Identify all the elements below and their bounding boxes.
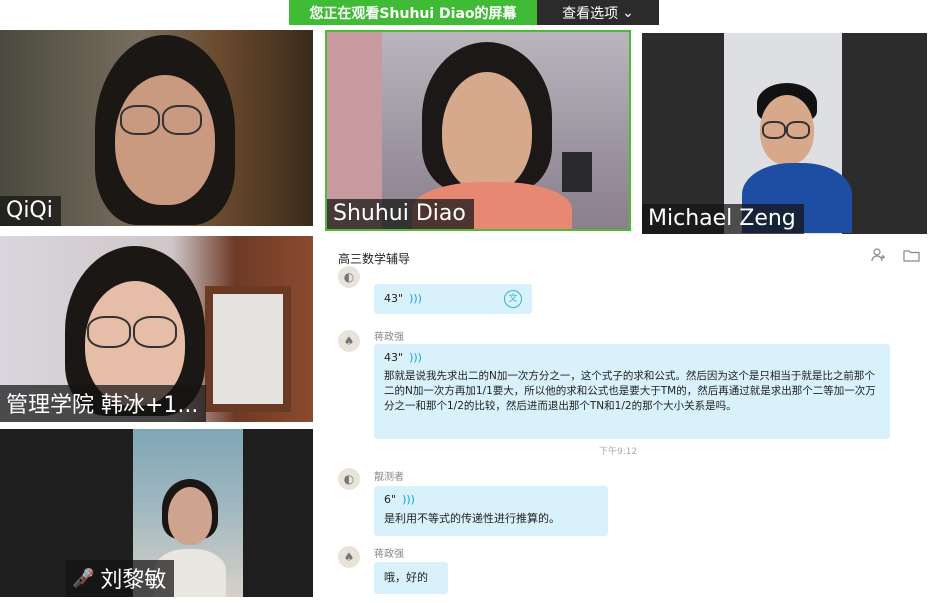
message-bubble[interactable]: 43" ))) 那就是说我先求出二的N加一次方分之一，这个式子的求和公式。然后因… (374, 344, 890, 439)
chat-toolbar (870, 248, 920, 262)
view-options-label: 查看选项 (562, 5, 619, 22)
avatar: ◐ (338, 266, 360, 288)
voice-message[interactable]: 43" ))) (384, 350, 880, 366)
avatar: ◐ (338, 468, 360, 490)
translate-icon[interactable]: 文 (504, 290, 522, 308)
video-tile-hanbing[interactable]: 管理学院 韩冰+1... (0, 236, 313, 422)
participant-name: Michael Zeng (642, 204, 804, 234)
voice-message-bubble[interactable]: 43" ))) 文 (374, 284, 532, 314)
video-tile-michael-zeng[interactable]: Michael Zeng (642, 33, 927, 234)
message-text: 哦，好的 (384, 571, 428, 584)
voice-message[interactable]: 43" ))) 文 (384, 290, 522, 308)
voice-duration: 6" (384, 493, 397, 506)
avatar: ♠ (338, 546, 360, 568)
participant-name: Shuhui Diao (327, 199, 474, 229)
participant-video (70, 35, 260, 226)
participant-name: 刘黎敏 (100, 568, 167, 593)
message-text: 那就是说我先求出二的N加一次方分之一，这个式子的求和公式。然后因为这个是只相当于… (384, 370, 876, 412)
video-tile-liu-limin[interactable]: 🎤̸ 刘黎敏 (0, 429, 313, 597)
timestamp: 下午9:12 (599, 447, 638, 457)
voice-wave-icon: ))) (409, 351, 422, 364)
participant-name-bar: 🎤̸ 刘黎敏 (66, 560, 175, 597)
avatar: ♠ (338, 330, 360, 352)
video-tile-shuhui-diao[interactable]: Shuhui Diao (325, 30, 631, 231)
message-bubble[interactable]: 哦，好的 (374, 562, 448, 594)
participant-name: 管理学院 韩冰+1... (0, 385, 207, 422)
sender-name: 蒋政强 (374, 332, 404, 343)
folder-icon[interactable] (902, 248, 920, 262)
screen-share-banner: 您正在观看Shuhui Diao的屏幕 查看选项 ⌄ (289, 0, 659, 25)
video-tile-qiqi[interactable]: QiQi (0, 30, 313, 226)
voice-duration: 43" (384, 292, 404, 305)
voice-wave-icon: ))) (409, 292, 422, 305)
message-text: 是利用不等式的传递性进行推算的。 (384, 512, 560, 525)
voice-wave-icon: ))) (402, 493, 415, 506)
mic-muted-icon: 🎤̸ (72, 567, 95, 589)
chat-panel: 高三数学辅导 ◐ 43" ))) 文 ♠ 蒋政强 43" ))) 那就是说我先求… (316, 236, 934, 603)
voice-message[interactable]: 6" ))) (384, 492, 598, 508)
message-bubble[interactable]: 6" ))) 是利用不等式的传递性进行推算的。 (374, 486, 608, 536)
viewing-screen-label: 您正在观看Shuhui Diao的屏幕 (289, 0, 537, 25)
chevron-down-icon: ⌄ (622, 4, 634, 21)
chat-title: 高三数学辅导 (338, 252, 411, 266)
voice-duration: 43" (384, 351, 404, 364)
add-user-icon[interactable] (870, 248, 888, 262)
sender-name: 蒋政强 (374, 549, 404, 560)
sender-name: 靓测者 (374, 472, 404, 483)
view-options-button[interactable]: 查看选项 ⌄ (537, 0, 659, 25)
participant-name: QiQi (0, 196, 61, 226)
